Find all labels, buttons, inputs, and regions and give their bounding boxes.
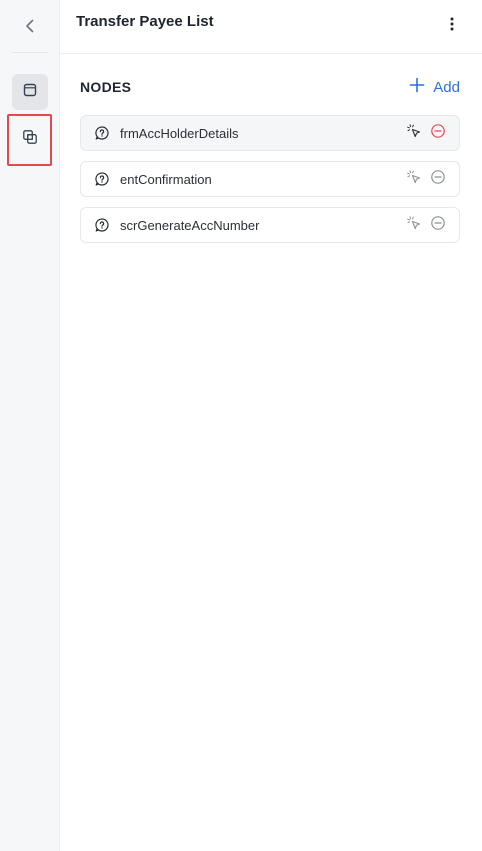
list-item[interactable]: scrGenerateAccNumber (80, 207, 460, 243)
minus-circle-icon (430, 123, 446, 144)
remove-node-button[interactable] (429, 215, 447, 236)
section-title: NODES (80, 79, 132, 95)
remove-node-button[interactable] (429, 123, 447, 144)
question-bubble-icon (93, 216, 111, 234)
more-options-button[interactable] (442, 15, 462, 39)
node-actions (405, 215, 447, 236)
cursor-click-icon (406, 169, 422, 190)
nodes-section-header: NODES Add (60, 76, 482, 98)
app-window: Transfer Payee List NODES Add frmAccHold… (0, 0, 482, 851)
remove-node-button[interactable] (429, 169, 447, 190)
chevron-left-icon (23, 18, 37, 39)
left-rail (0, 0, 60, 851)
select-element-button[interactable] (405, 215, 423, 236)
node-actions (405, 123, 447, 144)
panel-header: Transfer Payee List (60, 0, 482, 54)
kebab-menu-icon (450, 16, 454, 37)
rail-item-screens[interactable] (12, 74, 48, 110)
rail-item-overlays[interactable] (12, 121, 48, 157)
overlap-squares-icon (22, 129, 38, 150)
list-item[interactable]: frmAccHolderDetails (80, 115, 460, 151)
node-label: entConfirmation (120, 171, 212, 187)
question-bubble-icon (93, 170, 111, 188)
list-item[interactable]: entConfirmation (80, 161, 460, 197)
rail-divider (12, 52, 48, 53)
node-label: frmAccHolderDetails (120, 125, 239, 141)
question-bubble-icon (93, 124, 111, 142)
select-element-button[interactable] (405, 123, 423, 144)
add-node-button[interactable]: Add (409, 77, 460, 97)
plus-icon (409, 77, 425, 97)
square-icon (22, 82, 38, 103)
cursor-click-icon (406, 215, 422, 236)
minus-circle-icon (430, 169, 446, 190)
node-list: frmAccHolderDetails entConfirmation scrG… (60, 115, 482, 243)
main-panel: Transfer Payee List NODES Add frmAccHold… (60, 0, 482, 851)
add-button-label: Add (433, 78, 460, 96)
page-title: Transfer Payee List (76, 13, 214, 30)
node-label: scrGenerateAccNumber (120, 217, 260, 233)
cursor-click-icon (406, 123, 422, 144)
minus-circle-icon (430, 215, 446, 236)
node-actions (405, 169, 447, 190)
select-element-button[interactable] (405, 169, 423, 190)
back-button[interactable] (18, 16, 42, 40)
